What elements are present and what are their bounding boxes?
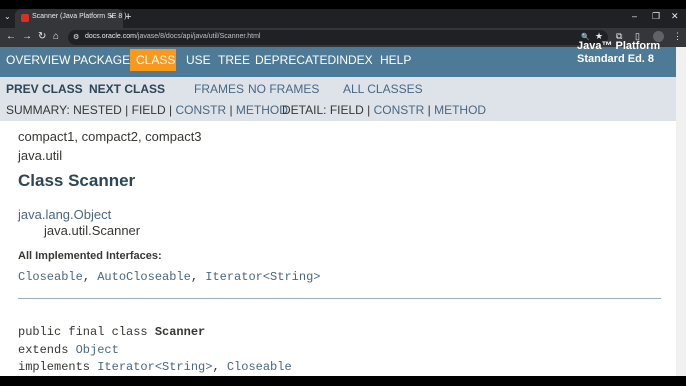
- detail-field: FIELD: [329, 103, 364, 117]
- interfaces-list: Closeable, AutoCloseable, Iterator<Strin…: [18, 270, 320, 284]
- brand-line-1: Java™ Platform: [577, 40, 661, 52]
- summary-field: FIELD: [131, 103, 166, 117]
- implements-clause: implements Iterator<String>, Closeable: [18, 360, 292, 374]
- separator: ,: [190, 270, 206, 284]
- detail-label: DETAIL:: [282, 103, 327, 117]
- nav-overview[interactable]: OVERVIEW: [6, 53, 70, 67]
- page-title: Class Scanner: [18, 171, 136, 190]
- kebab-menu-icon[interactable]: ⋮: [673, 31, 682, 42]
- extends-clause: extends Object: [18, 343, 119, 357]
- nav-index[interactable]: INDEX: [336, 53, 373, 67]
- summary-label: SUMMARY:: [6, 103, 70, 117]
- back-arrow-left-icon[interactable]: ←: [6, 31, 16, 42]
- current-class: java.util.Scanner: [44, 223, 141, 238]
- implements-keyword: implements: [18, 360, 98, 374]
- separator: ,: [212, 360, 227, 374]
- frames-link[interactable]: FRAMES: [194, 82, 244, 96]
- next-class-link[interactable]: NEXT CLASS: [89, 82, 165, 96]
- separator: |: [165, 103, 176, 117]
- minimize-icon[interactable]: –: [632, 11, 637, 21]
- summary-links: SUMMARY: NESTED | FIELD | CONSTR | METHO…: [6, 103, 288, 117]
- url-path: /javase/8/docs/api/java/util/Scanner.htm…: [135, 33, 261, 40]
- forward-arrow-right-icon[interactable]: →: [22, 31, 32, 42]
- detail-constr-link[interactable]: CONSTR: [374, 103, 425, 117]
- interface-link[interactable]: AutoCloseable: [97, 270, 191, 284]
- separator: |: [424, 103, 435, 117]
- detail-method-link[interactable]: METHOD: [434, 103, 486, 117]
- detail-links: DETAIL: FIELD | CONSTR | METHOD: [282, 103, 486, 117]
- summary-nested: NESTED: [73, 103, 122, 117]
- package-name: java.util: [18, 148, 63, 163]
- nav-class: CLASS: [136, 53, 176, 67]
- compact-profiles: compact1, compact2, compact3: [18, 129, 202, 144]
- brand-line-2: Standard Ed. 8: [577, 53, 655, 65]
- implements-type-link[interactable]: Iterator<String>: [97, 360, 212, 374]
- nav-deprecated[interactable]: DEPRECATED: [255, 53, 336, 67]
- prev-class-link[interactable]: PREV CLASS: [6, 82, 83, 96]
- decl-prefix: public final class: [18, 325, 155, 339]
- superclass-link[interactable]: java.lang.Object: [18, 207, 111, 222]
- separator: |: [121, 103, 132, 117]
- all-classes-link[interactable]: ALL CLASSES: [343, 82, 423, 96]
- bottom-letterbox: [0, 376, 686, 386]
- nav-tree[interactable]: TREE: [218, 53, 250, 67]
- java-favicon-icon: [21, 14, 29, 22]
- no-frames-link[interactable]: NO FRAMES: [248, 82, 319, 96]
- window-close-icon[interactable]: ✕: [671, 11, 679, 22]
- url-text[interactable]: docs.oracle.com/javase/8/docs/api/java/u…: [85, 33, 260, 40]
- page-scrollbar[interactable]: [676, 47, 686, 376]
- interface-link[interactable]: Iterator<String>: [205, 270, 320, 284]
- implements-type-link[interactable]: Closeable: [227, 360, 292, 374]
- nav-use[interactable]: USE: [186, 53, 211, 67]
- tab-close-icon[interactable]: ×: [109, 12, 114, 21]
- decl-class-name: Scanner: [154, 325, 206, 339]
- class-declaration: public final class Scanner: [18, 325, 205, 339]
- interface-link[interactable]: Closeable: [18, 270, 83, 284]
- site-info-tune-icon[interactable]: ⚙: [73, 33, 79, 41]
- nav-help[interactable]: HELP: [380, 53, 411, 67]
- separator: |: [363, 103, 374, 117]
- summary-constr-link[interactable]: CONSTR: [175, 103, 226, 117]
- extends-keyword: extends: [18, 343, 76, 357]
- nav-package[interactable]: PACKAGE: [73, 53, 130, 67]
- separator: |: [226, 103, 236, 117]
- extends-type-link[interactable]: Object: [76, 343, 119, 357]
- divider: [18, 298, 661, 299]
- url-host: docs.oracle.com: [85, 33, 136, 40]
- new-tab-icon[interactable]: +: [125, 11, 131, 23]
- reload-icon[interactable]: ↻: [38, 31, 46, 42]
- tab-list-chevron-down-icon[interactable]: ⌄: [4, 12, 11, 21]
- restore-icon[interactable]: ❐: [652, 11, 660, 22]
- interfaces-label: All Implemented Interfaces:: [18, 250, 162, 262]
- platform-brand: Java™ Platform Standard Ed. 8: [577, 40, 660, 66]
- separator: ,: [82, 270, 98, 284]
- summary-method-link[interactable]: METHOD: [236, 103, 288, 117]
- home-icon[interactable]: ⌂: [53, 31, 59, 42]
